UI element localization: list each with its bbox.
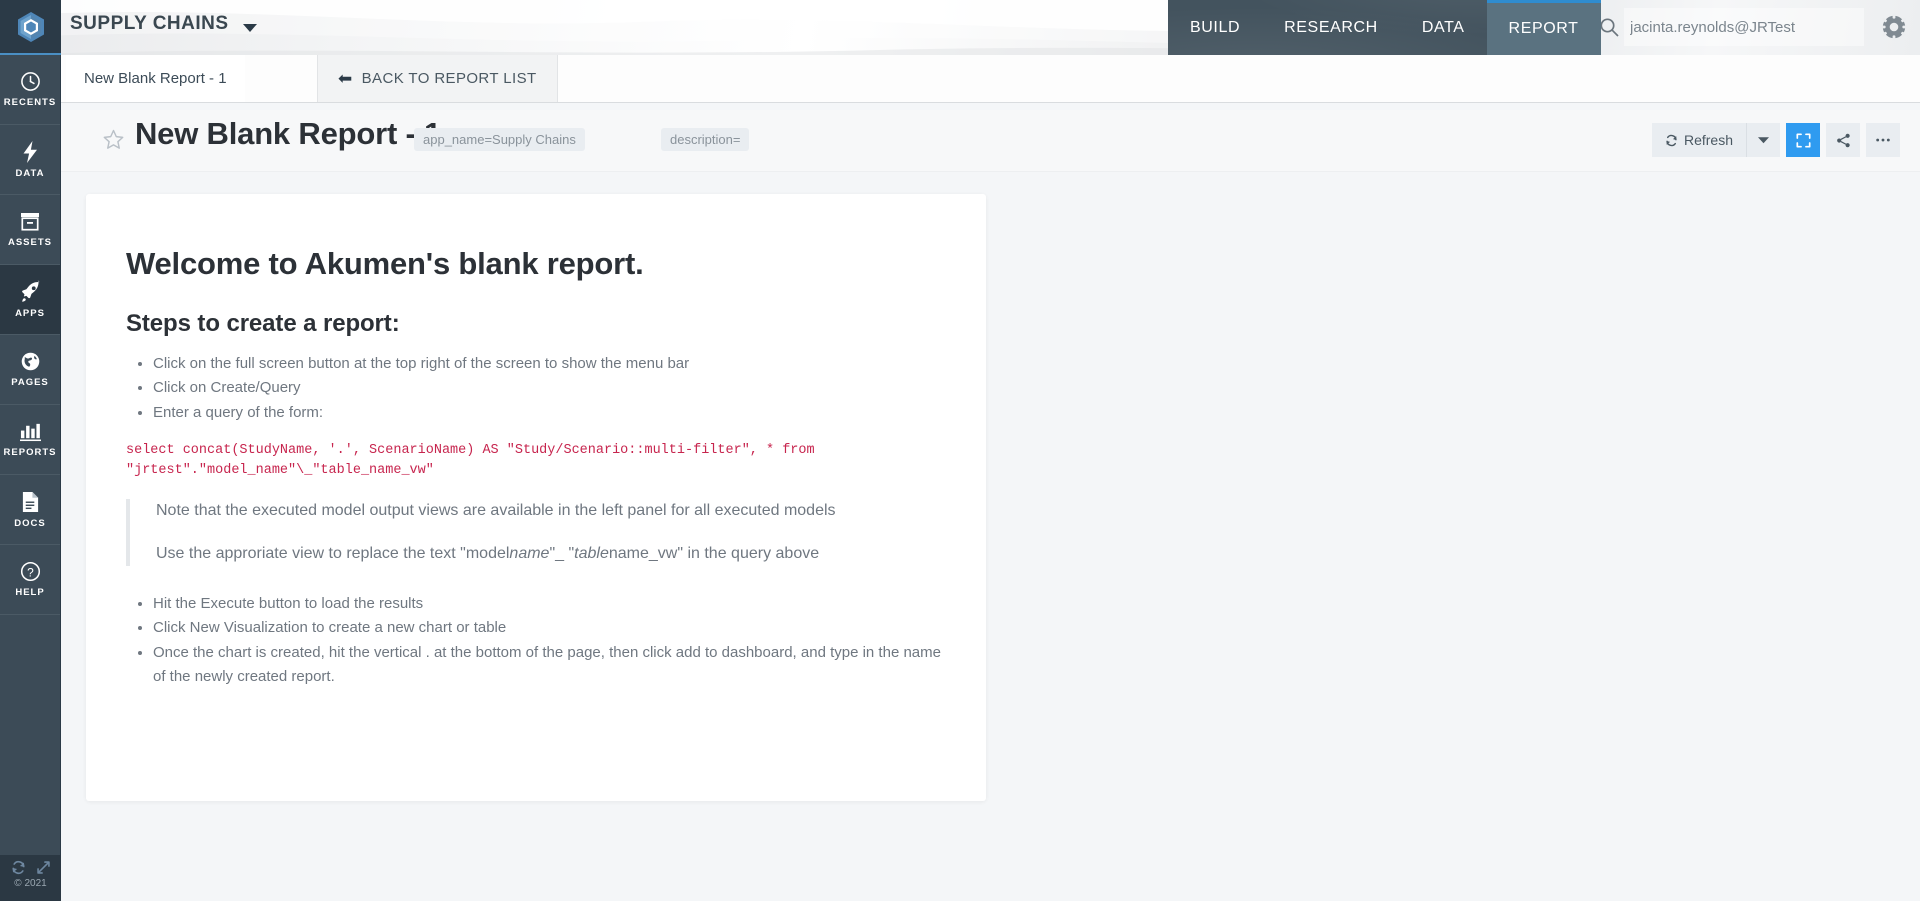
share-button[interactable]: [1826, 123, 1860, 157]
note-blockquote: Note that the executed model output view…: [126, 499, 946, 567]
note-paragraph-1: Note that the executed model output view…: [156, 502, 836, 520]
search-icon[interactable]: [1599, 17, 1620, 38]
report-canvas: Welcome to Akumen's blank report. Steps …: [61, 172, 1920, 901]
bar-chart-icon: [19, 421, 42, 442]
app-logo[interactable]: [0, 0, 61, 55]
main-navigation: BUILD RESEARCH DATA REPORT: [1168, 0, 1601, 55]
fullscreen-button[interactable]: [1786, 123, 1820, 157]
page-toolbar: Refresh: [1651, 123, 1900, 157]
sidebar-item-docs[interactable]: DOCS: [0, 475, 60, 545]
ellipsis-icon: [1875, 137, 1891, 143]
report-content-card: Welcome to Akumen's blank report. Steps …: [86, 194, 986, 801]
sidebar-footer: © 2021: [0, 855, 61, 901]
akumen-hexagon-logo-icon: [17, 11, 44, 42]
question-mark-circle-icon: ?: [20, 561, 41, 582]
page-header: New Blank Report - 1 app_name=Supply Cha…: [61, 110, 1920, 172]
list-item: Click New Visualization to create a new …: [153, 616, 946, 640]
star-outline-icon[interactable]: [102, 128, 125, 151]
sidebar-item-label: DOCS: [14, 517, 46, 529]
document-icon: [21, 491, 40, 513]
fullscreen-icon: [1795, 132, 1811, 148]
refresh-split-button: Refresh: [1651, 123, 1780, 157]
nav-item-data[interactable]: DATA: [1400, 0, 1487, 55]
refresh-dropdown-button[interactable]: [1746, 123, 1780, 157]
sync-icon[interactable]: [11, 860, 26, 875]
list-item: Click on the full screen button at the t…: [153, 352, 946, 376]
search-area: [1581, 0, 1920, 55]
left-sidebar: RECENTS DATA ASSETS APPS PAGES REPORTS D…: [0, 55, 61, 901]
sidebar-item-recents[interactable]: RECENTS: [0, 55, 60, 125]
list-item: Click on Create/Query: [153, 376, 946, 400]
rocket-icon: [19, 280, 42, 303]
expand-arrows-icon[interactable]: [36, 860, 51, 875]
sidebar-item-label: RECENTS: [3, 97, 57, 108]
archive-box-icon: [19, 211, 41, 232]
sidebar-item-label: PAGES: [11, 377, 49, 388]
top-header-bar: SUPPLY CHAINS BUILD RESEARCH DATA REPORT: [0, 0, 1920, 55]
sidebar-item-label: DATA: [15, 167, 45, 179]
back-to-report-list-label: BACK TO REPORT LIST: [361, 70, 537, 87]
sidebar-item-assets[interactable]: ASSETS: [0, 195, 60, 265]
globe-icon: [20, 351, 41, 372]
note-2-mid: "_ ": [549, 544, 575, 562]
page-title: New Blank Report - 1: [135, 116, 442, 151]
list-item: Hit the Execute button to load the resul…: [153, 592, 946, 616]
note-2-emphasis-name: name: [509, 544, 550, 562]
nav-item-build[interactable]: BUILD: [1168, 0, 1262, 55]
sql-query-code-block: select concat(StudyName, '.', ScenarioNa…: [126, 442, 815, 479]
list-item: Once the chart is created, hit the verti…: [153, 641, 946, 690]
note-2-post: name_vw" in the query above: [608, 544, 820, 562]
steps-list-primary: Click on the full screen button at the t…: [126, 352, 946, 425]
list-item: Enter a query of the form:: [153, 401, 946, 425]
nav-item-research[interactable]: RESEARCH: [1262, 0, 1400, 55]
note-2-pre: Use the approriate view to replace the t…: [156, 544, 510, 562]
app-name-label: SUPPLY CHAINS: [70, 13, 229, 34]
back-to-report-list-button[interactable]: ⬅ BACK TO REPORT LIST: [317, 55, 558, 102]
more-options-button[interactable]: [1866, 123, 1900, 157]
tab-strip: New Blank Report - 1 ⬅ BACK TO REPORT LI…: [61, 55, 1920, 103]
sidebar-item-label: HELP: [15, 587, 45, 598]
meta-chip-description: description=: [661, 128, 750, 151]
sidebar-item-label: ASSETS: [7, 237, 52, 248]
sidebar-item-help[interactable]: ? HELP: [0, 545, 60, 615]
document-subheading: Steps to create a report:: [126, 310, 400, 337]
document-heading: Welcome to Akumen's blank report.: [126, 246, 644, 281]
share-icon: [1836, 133, 1851, 148]
nav-item-report[interactable]: REPORT: [1486, 0, 1601, 55]
sidebar-item-label: APPS: [15, 308, 45, 319]
note-2-emphasis-table: table: [574, 544, 609, 562]
gear-icon[interactable]: [1880, 13, 1908, 41]
tab-new-blank-report[interactable]: New Blank Report - 1: [66, 55, 245, 102]
clock-icon: [20, 71, 41, 92]
sidebar-item-pages[interactable]: PAGES: [0, 335, 60, 405]
sidebar-item-data[interactable]: DATA: [0, 125, 60, 195]
meta-chip-app-name: app_name=Supply Chains: [414, 128, 585, 151]
refresh-icon: [1665, 134, 1678, 147]
refresh-label: Refresh: [1683, 132, 1733, 148]
arrow-left-icon: ⬅: [338, 69, 353, 88]
search-input[interactable]: [1624, 8, 1864, 46]
sidebar-item-apps[interactable]: APPS: [0, 265, 60, 335]
steps-list-secondary: Hit the Execute button to load the resul…: [126, 592, 946, 689]
refresh-button[interactable]: Refresh: [1651, 123, 1746, 157]
copyright-label: © 2021: [14, 878, 47, 889]
note-paragraph-2: Use the approriate view to replace the t…: [156, 542, 946, 566]
lightning-bolt-icon: [20, 140, 41, 163]
chevron-down-icon[interactable]: [243, 24, 257, 32]
caret-down-icon: [1758, 136, 1769, 144]
svg-text:?: ?: [27, 565, 34, 579]
sidebar-item-label: REPORTS: [3, 447, 57, 458]
sidebar-item-reports[interactable]: REPORTS: [0, 405, 60, 475]
